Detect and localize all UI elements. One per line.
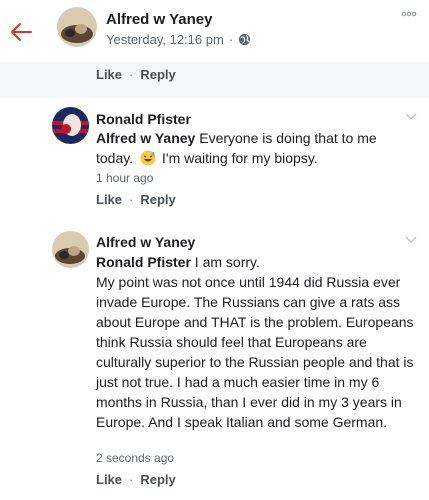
avatar[interactable] <box>52 107 89 144</box>
comment-author-name[interactable]: Ronald Pfister <box>96 111 191 127</box>
post-meta: Yesterday, 12:16 pm · <box>106 32 251 47</box>
avatar[interactable] <box>57 7 97 47</box>
post-actions: Like · Reply <box>96 67 176 82</box>
avatar[interactable] <box>52 231 89 268</box>
comment-timestamp: 2 seconds ago <box>96 451 175 465</box>
comment-item: Ronald Pfister Alfred w Yaney Everyone i… <box>0 98 429 220</box>
post-timestamp: Yesterday, 12:16 pm <box>106 32 224 47</box>
comment-timestamp: 1 hour ago <box>96 171 154 185</box>
more-options-icon[interactable] <box>401 10 417 18</box>
meta-separator: · <box>228 32 234 47</box>
like-button[interactable]: Like <box>96 192 122 207</box>
reply-button[interactable]: Reply <box>140 192 175 207</box>
action-separator: · <box>129 472 134 487</box>
comment-body-continued: I'm waiting for my biopsy. <box>162 150 318 166</box>
mention-link[interactable]: Ronald Pfister <box>96 254 191 270</box>
back-arrow-icon[interactable] <box>10 22 32 42</box>
comment-actions: Like · Reply <box>96 472 176 487</box>
chevron-down-icon[interactable] <box>405 236 417 244</box>
post-author-name[interactable]: Alfred w Yaney <box>106 11 212 28</box>
action-separator: · <box>129 67 134 82</box>
action-separator: · <box>129 192 134 207</box>
comment-text: Alfred w Yaney Everyone is doing that to… <box>96 128 416 168</box>
comment-text: Ronald Pfister I am sorry. My point was … <box>96 252 416 432</box>
globe-icon <box>239 33 251 46</box>
reply-button[interactable]: Reply <box>140 472 175 487</box>
comment-author-name[interactable]: Alfred w Yaney <box>96 234 195 250</box>
chevron-down-icon[interactable] <box>405 113 417 121</box>
grinning-sweat-emoji <box>140 150 156 166</box>
post-actions-band <box>0 62 429 98</box>
like-button[interactable]: Like <box>96 67 122 82</box>
like-button[interactable]: Like <box>96 472 122 487</box>
comment-body: I am sorry. My point was not once until … <box>96 254 414 430</box>
post-header: Alfred w Yaney Yesterday, 12:16 pm · <box>0 0 429 62</box>
reply-button[interactable]: Reply <box>140 67 175 82</box>
comment-actions: Like · Reply <box>96 192 176 207</box>
mention-link[interactable]: Alfred w Yaney <box>96 130 195 146</box>
comment-item: Alfred w Yaney Ronald Pfister I am sorry… <box>0 220 429 500</box>
